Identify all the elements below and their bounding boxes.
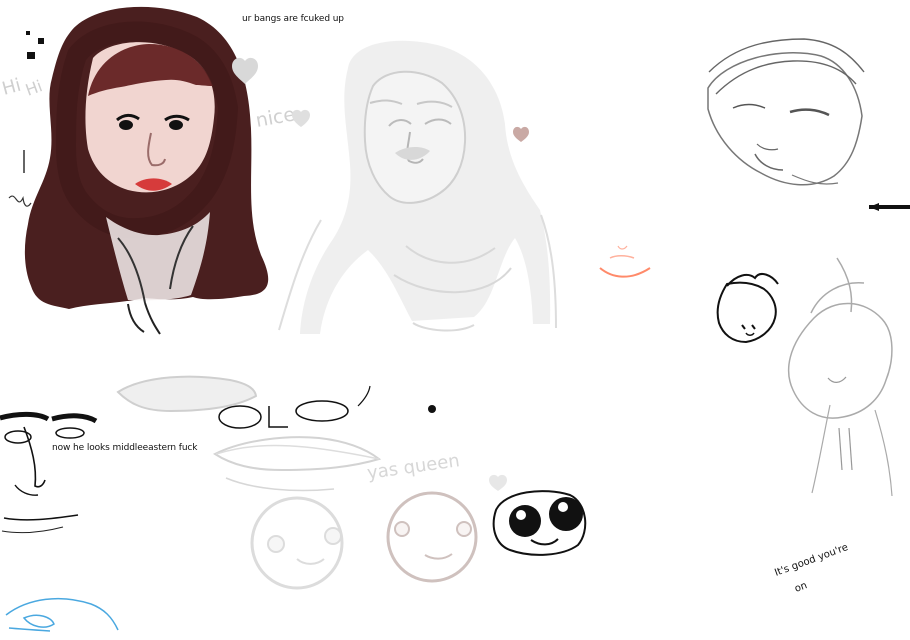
nice-scribble: nice bbox=[254, 103, 297, 132]
yas-queen-scribble: yas queen bbox=[366, 450, 461, 484]
hi-small-scribble: Hi bbox=[23, 76, 45, 99]
arrow-mark bbox=[869, 203, 910, 211]
nose-face-sketch bbox=[0, 411, 98, 534]
man-sketch bbox=[707, 38, 865, 186]
round-face-doodles bbox=[250, 490, 587, 590]
sketch-layer: Hi Hi nice yas queen It's good you're on bbox=[0, 6, 910, 632]
comment-bangs: ur bangs are fcuked up bbox=[242, 14, 344, 24]
woman-sketch bbox=[278, 40, 557, 334]
good-you-scribble-1: It's good you're bbox=[773, 542, 849, 579]
drawing-canvas[interactable]: Hi Hi nice yas queen It's good you're on… bbox=[0, 0, 910, 640]
good-you-scribble-2: on bbox=[793, 580, 808, 595]
right-character-sketch bbox=[716, 257, 893, 497]
comment-middleeastern: now he looks middleeastern fuck bbox=[52, 443, 198, 453]
hi-scribble: Hi bbox=[0, 75, 23, 100]
lips-sketch bbox=[116, 375, 382, 492]
blue-doodle bbox=[5, 597, 119, 632]
pink-face-sketch bbox=[599, 245, 651, 278]
painted-portrait bbox=[24, 6, 269, 335]
small-marks-left bbox=[8, 31, 44, 207]
